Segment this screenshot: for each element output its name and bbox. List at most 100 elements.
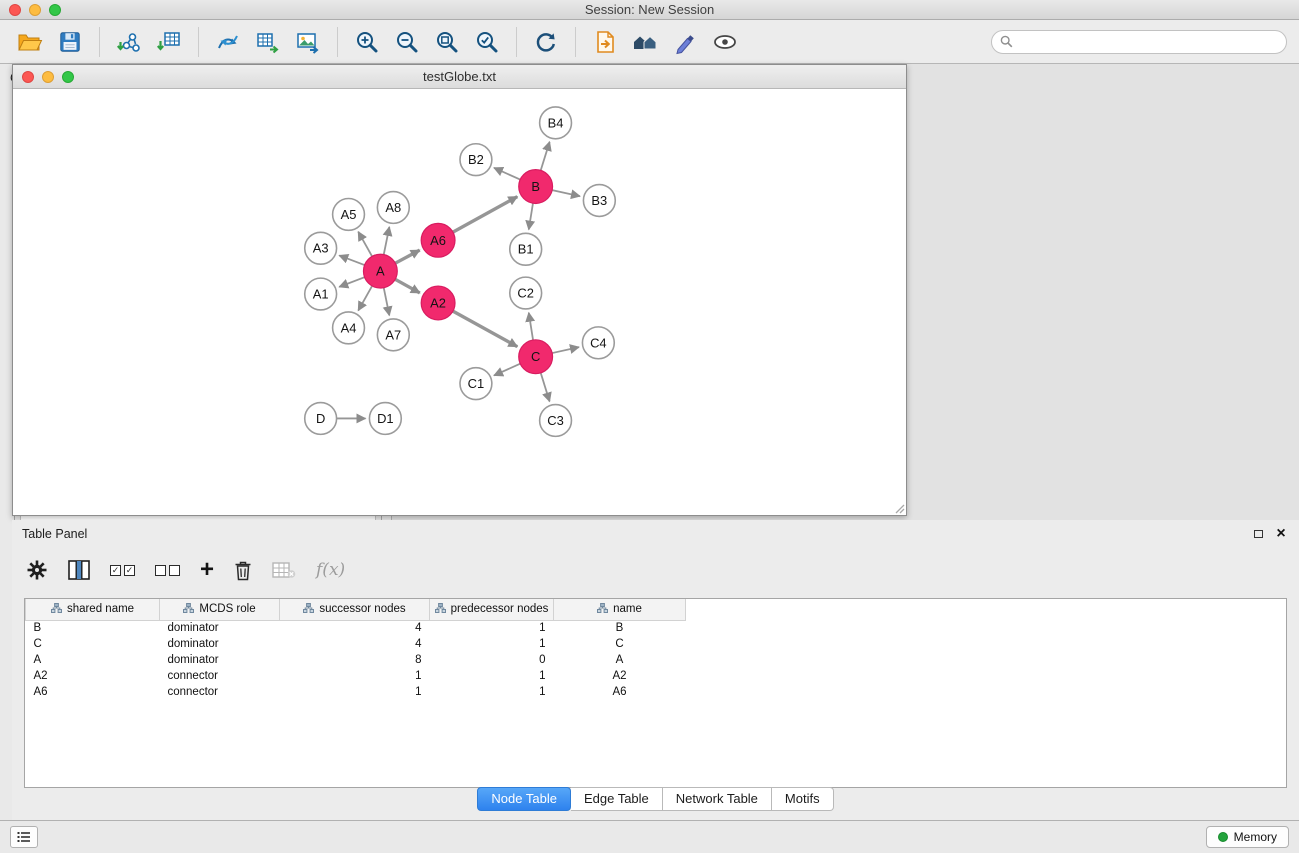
column-header-successor-nodes[interactable]: successor nodes xyxy=(280,599,430,620)
node-A2[interactable]: A2 xyxy=(421,286,455,320)
table-cell[interactable]: A xyxy=(554,652,686,668)
table-cell[interactable]: connector xyxy=(160,668,280,684)
table-cell[interactable]: C xyxy=(26,636,160,652)
network-minimize-button[interactable] xyxy=(42,71,54,83)
node-D[interactable]: D xyxy=(305,403,337,435)
node-C3[interactable]: C3 xyxy=(540,405,572,437)
edge-B-B2[interactable] xyxy=(494,168,520,180)
close-table-panel-icon[interactable]: × xyxy=(1273,527,1289,541)
zoom-fit-icon[interactable] xyxy=(429,25,465,59)
node-C2[interactable]: C2 xyxy=(510,277,542,309)
table-cell[interactable]: 1 xyxy=(430,620,554,636)
eye-icon[interactable] xyxy=(707,25,743,59)
save-session-icon[interactable] xyxy=(52,25,88,59)
table-cell[interactable]: A2 xyxy=(554,668,686,684)
column-header-MCDS-role[interactable]: MCDS role xyxy=(160,599,280,620)
table-row[interactable]: A6connector11A6 xyxy=(26,684,686,700)
table-cell[interactable]: 1 xyxy=(280,684,430,700)
edge-A-A2[interactable] xyxy=(395,279,420,293)
node-B3[interactable]: B3 xyxy=(583,185,615,217)
node-A[interactable]: A xyxy=(363,254,397,288)
column-header-shared-name[interactable]: shared name xyxy=(26,599,160,620)
table-cell[interactable]: A xyxy=(26,652,160,668)
search-input[interactable] xyxy=(1018,35,1278,49)
node-A1[interactable]: A1 xyxy=(305,278,337,310)
table-cell[interactable]: dominator xyxy=(160,636,280,652)
zoom-in-icon[interactable] xyxy=(349,25,385,59)
table-cell[interactable]: dominator xyxy=(160,652,280,668)
table-cell[interactable]: 4 xyxy=(280,636,430,652)
resize-grip-icon[interactable] xyxy=(893,502,905,514)
zoom-selected-icon[interactable] xyxy=(469,25,505,59)
edge-B-B4[interactable] xyxy=(541,142,550,171)
table-cell[interactable]: C xyxy=(554,636,686,652)
network-close-button[interactable] xyxy=(22,71,34,83)
table-cell[interactable]: A6 xyxy=(554,684,686,700)
edge-A-A1[interactable] xyxy=(339,277,364,287)
float-table-panel-icon[interactable] xyxy=(1249,526,1267,542)
network-canvas[interactable]: B4B2BB3A8A5A6B1A3AC2A1A2A4A7C4CC1DD1C3 xyxy=(13,90,906,515)
window-close-button[interactable] xyxy=(9,4,21,16)
table-cell[interactable]: 1 xyxy=(430,668,554,684)
table-cell[interactable]: 1 xyxy=(430,684,554,700)
table-row[interactable]: Adominator80A xyxy=(26,652,686,668)
export-table-icon[interactable] xyxy=(250,25,286,59)
edge-C-C1[interactable] xyxy=(494,364,520,376)
edge-A-A5[interactable] xyxy=(358,232,372,257)
table-cell[interactable]: 8 xyxy=(280,652,430,668)
table-row[interactable]: Bdominator41B xyxy=(26,620,686,636)
edge-B-B1[interactable] xyxy=(529,203,533,229)
node-B1[interactable]: B1 xyxy=(510,233,542,265)
add-column-icon[interactable]: + xyxy=(200,555,214,585)
node-A7[interactable]: A7 xyxy=(377,319,409,351)
deselect-all-icon[interactable] xyxy=(155,555,180,585)
export-network-icon[interactable] xyxy=(210,25,246,59)
network-zoom-button[interactable] xyxy=(62,71,74,83)
table-cell[interactable]: A2 xyxy=(26,668,160,684)
table-cell[interactable]: 0 xyxy=(430,652,554,668)
gear-icon[interactable] xyxy=(26,555,48,585)
window-zoom-button[interactable] xyxy=(49,4,61,16)
column-header-predecessor-nodes[interactable]: predecessor nodes xyxy=(430,599,554,620)
import-table-icon[interactable] xyxy=(151,25,187,59)
edge-B-B3[interactable] xyxy=(552,190,580,196)
open-session-icon[interactable] xyxy=(587,25,623,59)
window-minimize-button[interactable] xyxy=(29,4,41,16)
table-tab-motifs[interactable]: Motifs xyxy=(772,787,834,811)
table-cell[interactable]: 1 xyxy=(280,668,430,684)
table-tab-network-table[interactable]: Network Table xyxy=(663,787,772,811)
home-icon[interactable] xyxy=(627,25,663,59)
edge-A6-B[interactable] xyxy=(453,197,517,233)
edge-A-A6[interactable] xyxy=(395,250,419,263)
edge-A2-C[interactable] xyxy=(453,311,517,347)
table-cell[interactable]: dominator xyxy=(160,620,280,636)
style-brush-icon[interactable] xyxy=(667,25,703,59)
node-A4[interactable]: A4 xyxy=(333,312,365,344)
edge-C-C4[interactable] xyxy=(552,347,579,353)
column-selector-icon[interactable] xyxy=(68,555,90,585)
table-tab-node-table[interactable]: Node Table xyxy=(477,787,571,811)
table-cell[interactable]: B xyxy=(26,620,160,636)
table-row[interactable]: A2connector11A2 xyxy=(26,668,686,684)
node-C4[interactable]: C4 xyxy=(582,327,614,359)
refresh-layout-icon[interactable] xyxy=(528,25,564,59)
node-C[interactable]: C xyxy=(519,340,553,374)
zoom-out-icon[interactable] xyxy=(389,25,425,59)
node-A3[interactable]: A3 xyxy=(305,232,337,264)
node-D1[interactable]: D1 xyxy=(369,403,401,435)
node-A6[interactable]: A6 xyxy=(421,223,455,257)
table-tab-edge-table[interactable]: Edge Table xyxy=(571,787,663,811)
table-row[interactable]: Cdominator41C xyxy=(26,636,686,652)
delete-column-icon[interactable] xyxy=(234,555,252,585)
table-cell[interactable]: B xyxy=(554,620,686,636)
memory-button[interactable]: Memory xyxy=(1206,826,1289,848)
node-B[interactable]: B xyxy=(519,170,553,204)
table-cell[interactable]: A6 xyxy=(26,684,160,700)
edge-C-C2[interactable] xyxy=(529,313,533,340)
table-cell[interactable]: 1 xyxy=(430,636,554,652)
edge-A-A4[interactable] xyxy=(358,286,372,311)
import-network-icon[interactable] xyxy=(111,25,147,59)
node-C1[interactable]: C1 xyxy=(460,368,492,400)
edge-A-A3[interactable] xyxy=(339,255,364,265)
edge-C-C3[interactable] xyxy=(541,373,550,402)
